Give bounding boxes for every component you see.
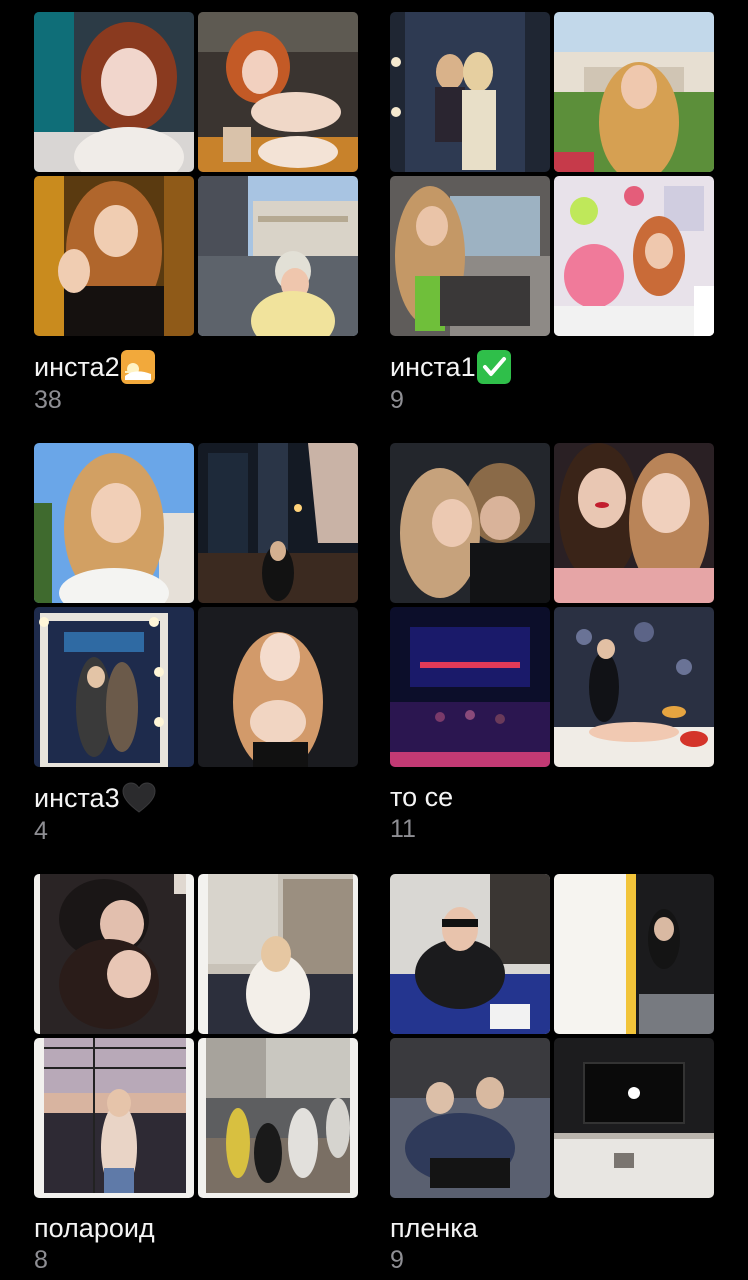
photo-thumbnail bbox=[198, 176, 358, 336]
photo-thumbnail bbox=[390, 12, 550, 172]
photo-thumbnail bbox=[554, 443, 714, 603]
album-title-text: инста1 bbox=[390, 352, 476, 382]
album-polaroid[interactable]: полароид 8 bbox=[34, 874, 358, 1275]
album-title-text: пленка bbox=[390, 1213, 478, 1243]
photo-thumbnail bbox=[198, 12, 358, 172]
sunrise-emoji-icon bbox=[120, 350, 155, 384]
album-photo-count: 9 bbox=[390, 386, 404, 414]
album-title-text: полароид bbox=[34, 1213, 155, 1243]
album-title: инста2 bbox=[34, 350, 358, 384]
album-photo-count: 38 bbox=[34, 386, 62, 414]
album-plenka[interactable]: пленка 9 bbox=[390, 874, 714, 1275]
album-cover-grid[interactable] bbox=[34, 12, 358, 336]
photo-thumbnail bbox=[34, 874, 194, 1034]
photo-thumbnail bbox=[34, 443, 194, 603]
photo-thumbnail bbox=[390, 874, 550, 1034]
photo-thumbnail bbox=[390, 176, 550, 336]
album-title-text: инста3 bbox=[34, 783, 120, 813]
album-title: пленка bbox=[390, 1212, 714, 1244]
album-cover-grid[interactable] bbox=[34, 443, 358, 767]
photo-thumbnail bbox=[390, 607, 550, 767]
album-photo-count: 11 bbox=[390, 815, 416, 843]
album-cover-grid[interactable] bbox=[390, 443, 714, 767]
photo-thumbnail bbox=[34, 1038, 194, 1198]
photo-thumbnail bbox=[34, 176, 194, 336]
photo-thumbnail bbox=[554, 12, 714, 172]
album-cover-grid[interactable] bbox=[390, 874, 714, 1198]
album-cover-grid[interactable] bbox=[34, 874, 358, 1198]
black-heart-emoji-icon bbox=[121, 781, 157, 815]
photo-thumbnail bbox=[34, 607, 194, 767]
album-title-text: инста2 bbox=[34, 352, 120, 382]
album-to-se[interactable]: то се 11 bbox=[390, 443, 714, 844]
album-title: то се bbox=[390, 781, 714, 813]
photo-thumbnail bbox=[198, 1038, 358, 1198]
album-insta2[interactable]: инста2 38 bbox=[34, 12, 358, 415]
album-title: инста1 bbox=[390, 350, 714, 384]
photo-thumbnail bbox=[34, 12, 194, 172]
photo-thumbnail bbox=[554, 1038, 714, 1198]
check-mark-emoji-icon bbox=[476, 350, 511, 384]
album-title-text: то се bbox=[390, 782, 454, 812]
photo-thumbnail bbox=[390, 443, 550, 603]
photo-thumbnail bbox=[198, 443, 358, 603]
photo-thumbnail bbox=[198, 607, 358, 767]
photo-thumbnail bbox=[554, 176, 714, 336]
photo-thumbnail bbox=[198, 874, 358, 1034]
album-title: полароид bbox=[34, 1212, 358, 1244]
photo-thumbnail bbox=[390, 1038, 550, 1198]
album-photo-count: 4 bbox=[34, 817, 48, 845]
photo-thumbnail bbox=[554, 607, 714, 767]
album-photo-count: 8 bbox=[34, 1246, 48, 1274]
album-photo-count: 9 bbox=[390, 1246, 404, 1274]
album-cover-grid[interactable] bbox=[390, 12, 714, 336]
album-insta3[interactable]: инста3 4 bbox=[34, 443, 358, 846]
album-title: инста3 bbox=[34, 781, 358, 815]
photo-thumbnail bbox=[554, 874, 714, 1034]
album-insta1[interactable]: инста1 9 bbox=[390, 12, 714, 415]
